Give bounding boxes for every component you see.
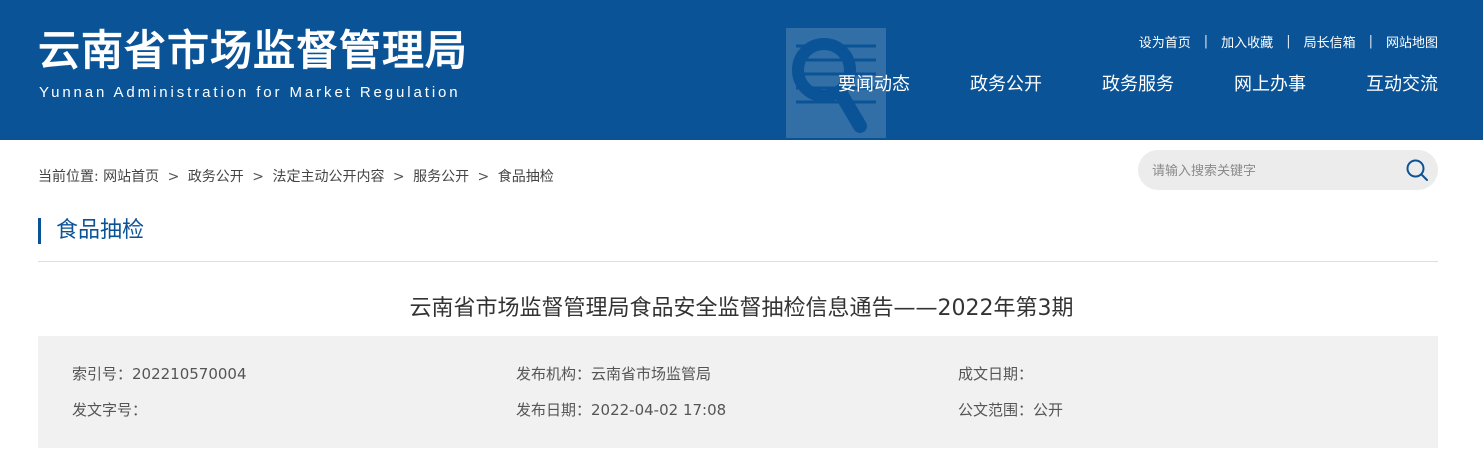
- breadcrumb-prefix: 当前位置:: [38, 169, 99, 185]
- nav-item-news[interactable]: 要闻动态: [838, 72, 910, 98]
- breadcrumb-separator: >: [477, 169, 490, 185]
- director-mailbox-link[interactable]: 局长信箱: [1304, 32, 1356, 51]
- breadcrumb-separator: >: [167, 169, 180, 185]
- site-header: 云南省市场监督管理局 Yunnan Administration for Mar…: [0, 0, 1483, 140]
- meta-publish-date: 发布日期：2022-04-02 17:08: [516, 401, 727, 419]
- nav-item-interaction[interactable]: 互动交流: [1366, 72, 1438, 98]
- meta-index-no: 索引号：202210570004: [72, 365, 247, 383]
- breadcrumb: 当前位置: 网站首页 > 政务公开 > 法定主动公开内容 > 服务公开 > 食品…: [38, 166, 554, 186]
- breadcrumb-separator: >: [392, 169, 405, 185]
- nav-item-gov-services[interactable]: 政务服务: [1102, 72, 1174, 98]
- site-title: 云南省市场监督管理局: [38, 26, 469, 75]
- site-subtitle: Yunnan Administration for Market Regulat…: [39, 84, 461, 101]
- breadcrumb-separator: >: [252, 169, 264, 185]
- breadcrumb-item-food-inspection[interactable]: 食品抽检: [498, 169, 554, 185]
- top-links: 设为首页 | 加入收藏 | 局长信箱 | 网站地图: [1139, 32, 1438, 51]
- link-separator: |: [1368, 34, 1373, 49]
- link-separator: |: [1203, 34, 1209, 49]
- link-separator: |: [1286, 34, 1291, 49]
- article-meta: 索引号：202210570004 发布机构：云南省市场监管局 成文日期： 发文字…: [38, 336, 1438, 448]
- search-icon[interactable]: [1404, 157, 1430, 183]
- article-title: 云南省市场监督管理局食品安全监督抽检信息通告——2022年第3期: [409, 296, 1074, 321]
- search-input[interactable]: [1150, 150, 1394, 192]
- meta-doc-no: 发文字号：: [72, 401, 148, 419]
- meta-scope: 公文范围：公开: [958, 401, 1064, 419]
- section-title: 食品抽检: [38, 218, 144, 244]
- nav-item-gov-affairs[interactable]: 政务公开: [970, 72, 1042, 98]
- sitemap-link[interactable]: 网站地图: [1386, 32, 1438, 51]
- set-homepage-link[interactable]: 设为首页: [1139, 32, 1191, 51]
- nav-item-online-services[interactable]: 网上办事: [1234, 72, 1306, 98]
- breadcrumb-item-gov-affairs[interactable]: 政务公开: [188, 169, 244, 185]
- main-nav: 要闻动态 政务公开 政务服务 网上办事 互动交流: [838, 72, 1438, 98]
- divider: [38, 261, 1438, 262]
- breadcrumb-item-home[interactable]: 网站首页: [103, 169, 159, 185]
- breadcrumb-item-service-disclosure[interactable]: 服务公开: [413, 169, 469, 185]
- breadcrumb-item-statutory-disclosure[interactable]: 法定主动公开内容: [272, 169, 384, 185]
- add-favorite-link[interactable]: 加入收藏: [1221, 32, 1273, 51]
- meta-publisher: 发布机构：云南省市场监管局: [516, 365, 712, 383]
- meta-created-date: 成文日期：: [958, 365, 1034, 383]
- search-box: [1138, 150, 1438, 192]
